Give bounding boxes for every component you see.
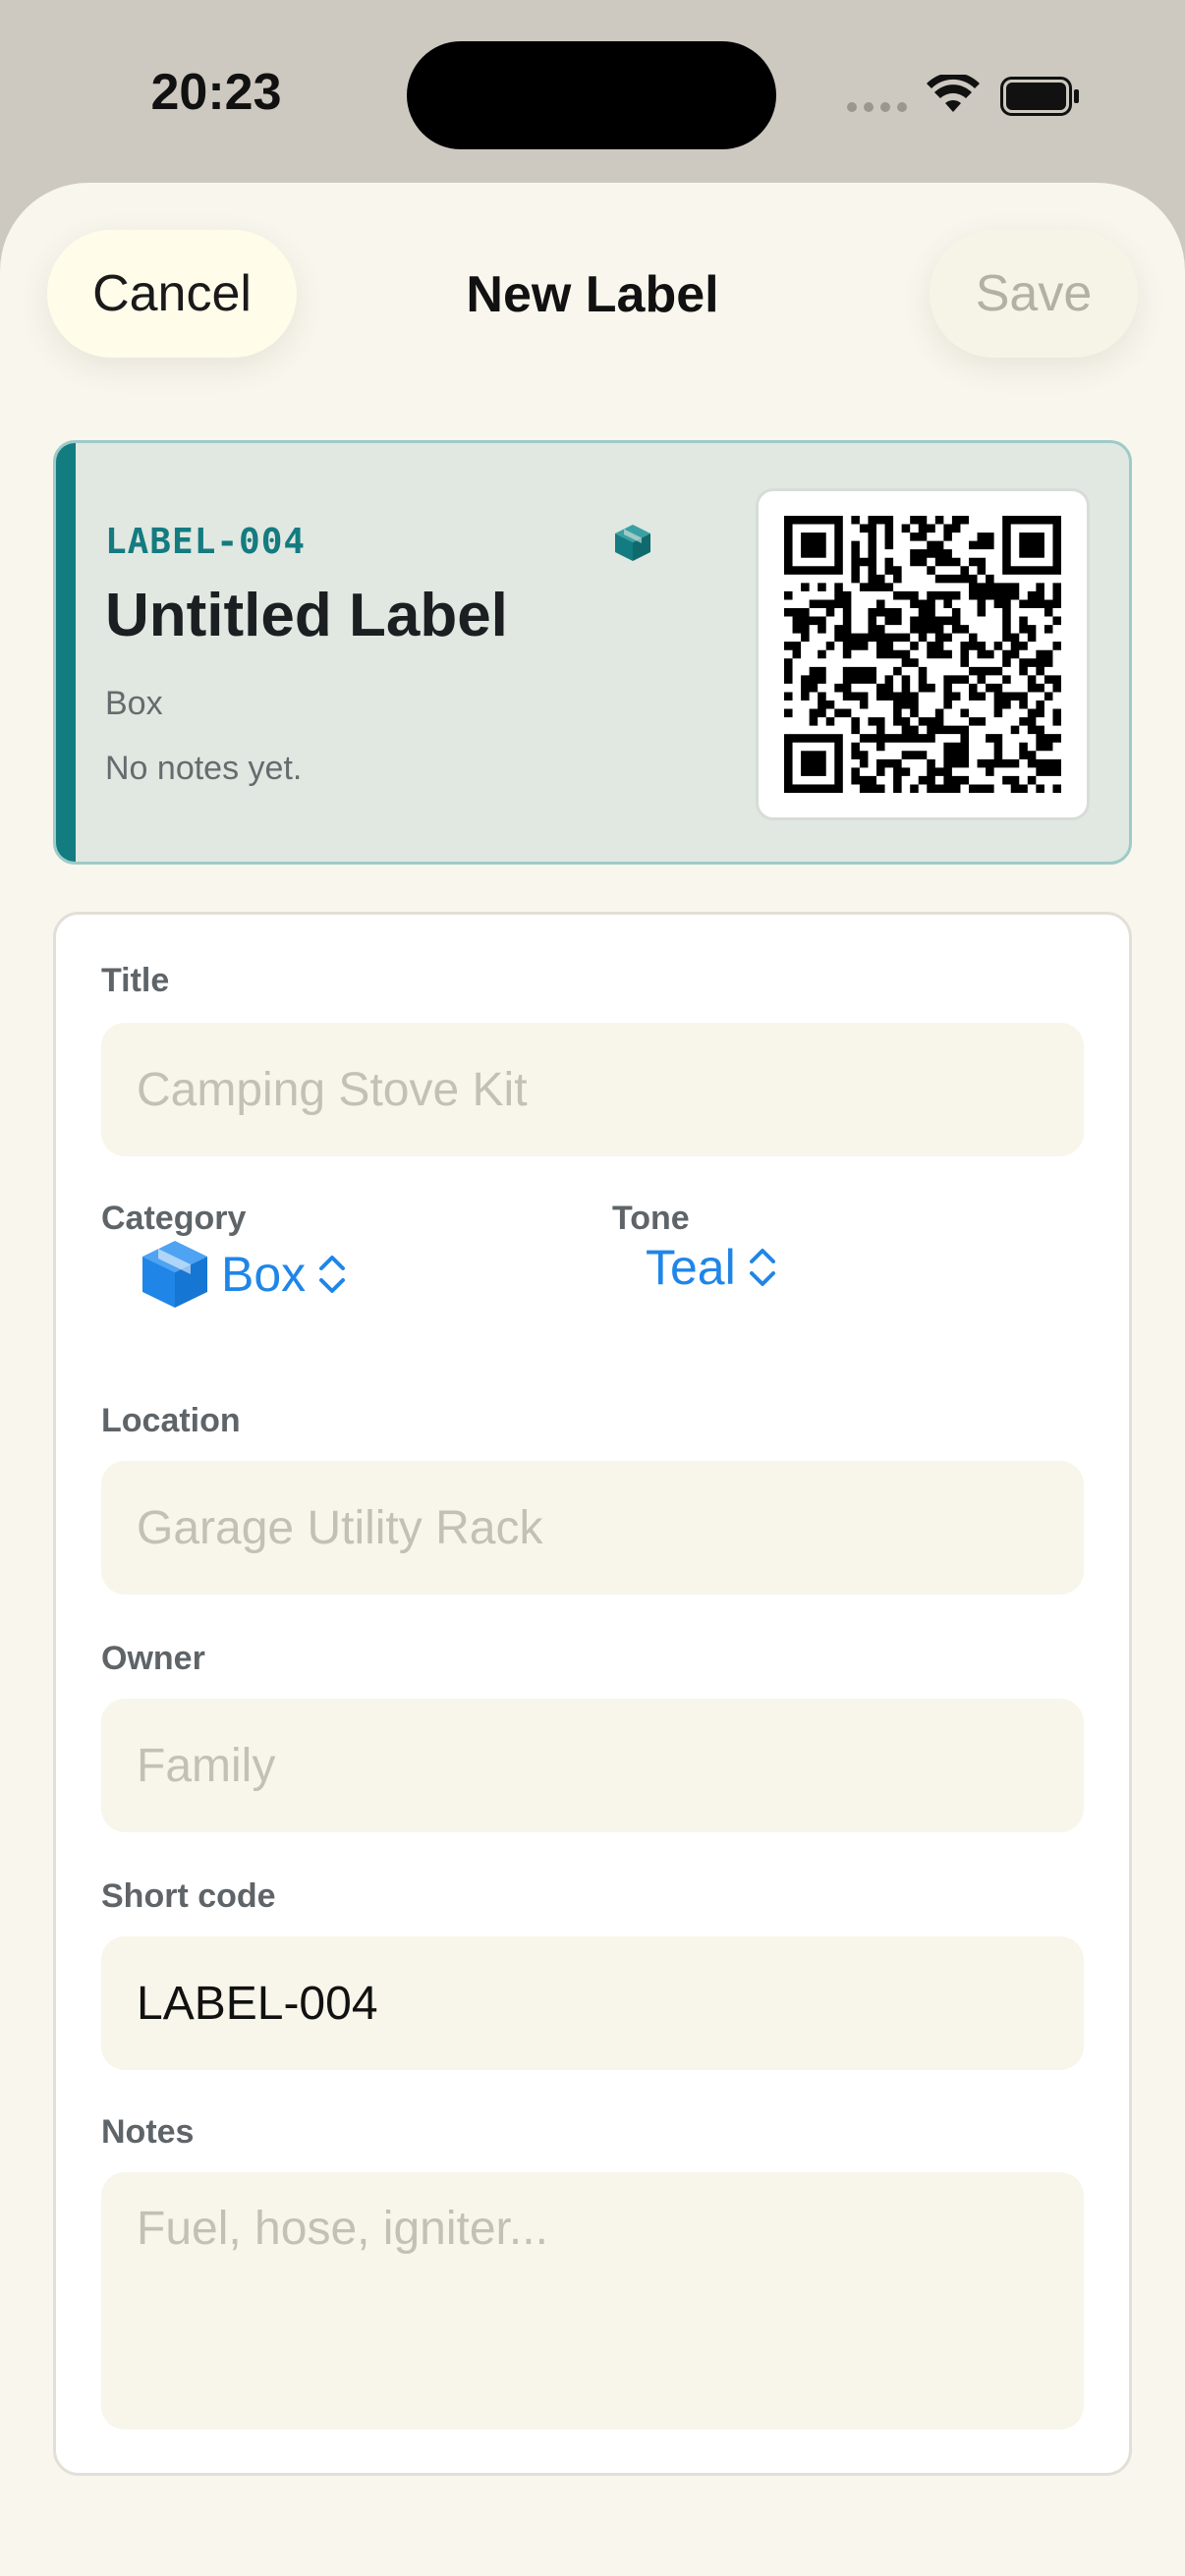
battery-icon [1000,77,1079,116]
label-form: Title Camping Stove Kit Category Box Ton… [53,912,1132,2476]
cellular-signal-icon [847,102,907,112]
preview-title: Untitled Label [105,582,508,649]
preview-accent-bar [56,443,76,862]
status-time: 20:23 [150,64,282,121]
short-code-label: Short code [101,1877,276,1915]
cube-icon [142,1241,207,1308]
cube-icon [615,525,650,561]
tone-value: Teal [646,1240,736,1295]
preview-code: LABEL-004 [105,522,307,562]
owner-label: Owner [101,1640,205,1677]
title-input[interactable]: Camping Stove Kit [101,1023,1084,1156]
tone-label: Tone [612,1200,690,1237]
tone-picker[interactable]: Teal [646,1239,777,1296]
save-button[interactable]: Save [930,230,1138,358]
wifi-icon [927,75,980,112]
dynamic-island [407,41,776,149]
preview-category: Box [105,685,163,722]
preview-notes: No notes yet. [105,750,303,787]
location-input[interactable]: Garage Utility Rack [101,1461,1084,1595]
notes-textarea[interactable]: Fuel, hose, igniter... [101,2172,1084,2430]
short-code-input[interactable]: LABEL-004 [101,1936,1084,2070]
sheet-title: New Label [466,266,719,323]
qr-code [756,488,1090,820]
chevron-up-down-icon [749,1249,775,1286]
label-preview-card: LABEL-004 Untitled Label Box No notes ye… [53,440,1132,865]
location-label: Location [101,1402,241,1439]
category-picker[interactable]: Box [141,1239,347,1310]
category-label: Category [101,1200,247,1237]
category-value: Box [221,1247,307,1302]
qr-code-image [784,516,1061,793]
owner-input[interactable]: Family [101,1699,1084,1832]
cancel-button[interactable]: Cancel [47,230,297,358]
new-label-sheet: Cancel New Label Save LABEL-004 Untitled… [0,183,1185,2576]
notes-label: Notes [101,2113,195,2151]
chevron-up-down-icon [319,1256,346,1293]
title-label: Title [101,962,170,999]
status-bar: 20:23 [0,0,1185,187]
